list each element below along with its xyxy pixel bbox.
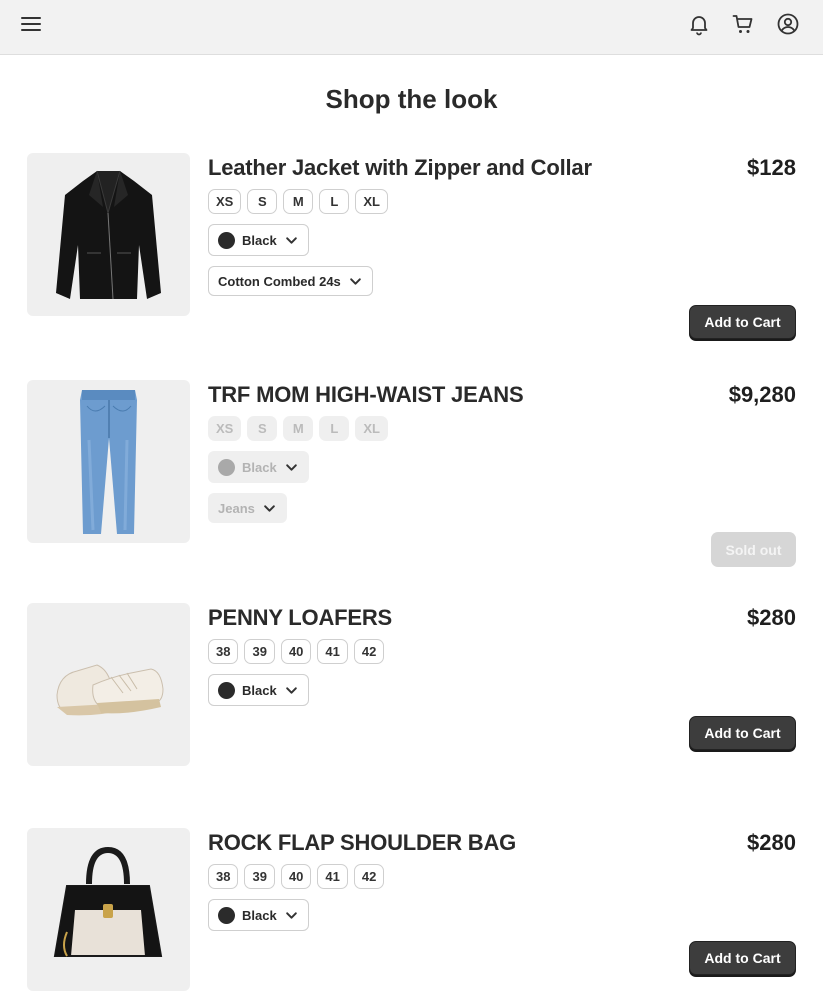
product-name[interactable]: ROCK FLAP SHOULDER BAG [208,830,516,856]
chevron-down-icon [285,234,298,247]
color-swatch [218,231,235,249]
top-navigation-bar [0,0,823,55]
color-swatch [218,906,235,924]
chevron-down-icon [349,275,362,288]
user-account-icon[interactable] [776,12,800,36]
size-option[interactable]: 39 [244,864,275,889]
size-option[interactable]: 40 [280,639,312,664]
product-price: $280 [747,605,796,630]
color-swatch [218,681,235,699]
size-option[interactable]: XL [355,189,388,214]
size-option[interactable]: 38 [208,639,239,664]
chevron-down-icon [285,684,298,697]
color-dropdown-value: Black [242,682,277,698]
size-option[interactable]: S [247,189,278,214]
size-selector: 38 39 40 41 42 [208,639,385,664]
size-selector: XS S M L XL [208,416,388,441]
color-dropdown-value: Black [242,232,277,248]
bell-icon[interactable] [687,12,711,36]
color-dropdown-value: Black [242,459,277,475]
product-price: $9,280 [728,382,796,407]
sold-out-button: Sold out [711,532,796,567]
size-option[interactable]: 41 [317,639,348,664]
size-option[interactable]: XS [208,189,242,214]
size-option-disabled: L [319,416,350,441]
product-image-leather-jacket[interactable] [27,153,190,316]
add-to-cart-button[interactable]: Add to Cart [689,716,796,750]
chevron-down-icon [285,461,298,474]
product-name[interactable]: TRF MOM HIGH-WAIST JEANS [208,382,524,408]
material-dropdown-value: Jeans [218,500,255,516]
product-price: $128 [747,155,796,180]
material-dropdown[interactable]: Cotton Combed 24s [208,266,373,296]
size-selector: XS S M L XL [208,189,388,214]
product-price: $280 [747,830,796,855]
size-option-disabled: XS [208,416,242,441]
cart-icon[interactable] [731,12,755,36]
size-option[interactable]: 38 [208,864,239,889]
material-dropdown-value: Cotton Combed 24s [218,273,341,289]
add-to-cart-button[interactable]: Add to Cart [689,941,796,975]
color-dropdown[interactable]: Black [208,674,309,706]
color-dropdown[interactable]: Black [208,899,309,931]
size-option-disabled: M [283,416,314,441]
size-option[interactable]: 42 [353,639,385,664]
color-dropdown-disabled: Black [208,451,309,483]
add-to-cart-button[interactable]: Add to Cart [689,305,796,339]
page-title: Shop the look [325,84,498,114]
chevron-down-icon [263,502,276,515]
size-option[interactable]: 40 [280,864,312,889]
product-image-sneakers[interactable] [27,603,190,766]
size-option-disabled: S [247,416,278,441]
size-option[interactable]: L [319,189,350,214]
color-swatch [218,458,235,476]
color-dropdown[interactable]: Black [208,224,309,256]
product-image-handbag[interactable] [27,828,190,991]
size-option-disabled: XL [355,416,388,441]
size-selector: 38 39 40 41 42 [208,864,385,889]
size-option[interactable]: 41 [317,864,348,889]
material-dropdown-disabled: Jeans [208,493,287,523]
color-dropdown-value: Black [242,907,277,923]
product-name[interactable]: Leather Jacket with Zipper and Collar [208,155,592,181]
product-name[interactable]: PENNY LOAFERS [208,605,392,631]
size-option[interactable]: 39 [244,639,275,664]
product-image-jeans[interactable] [27,380,190,543]
chevron-down-icon [285,909,298,922]
size-option[interactable]: M [283,189,314,214]
size-option[interactable]: 42 [353,864,385,889]
hamburger-menu-icon[interactable] [19,12,43,36]
